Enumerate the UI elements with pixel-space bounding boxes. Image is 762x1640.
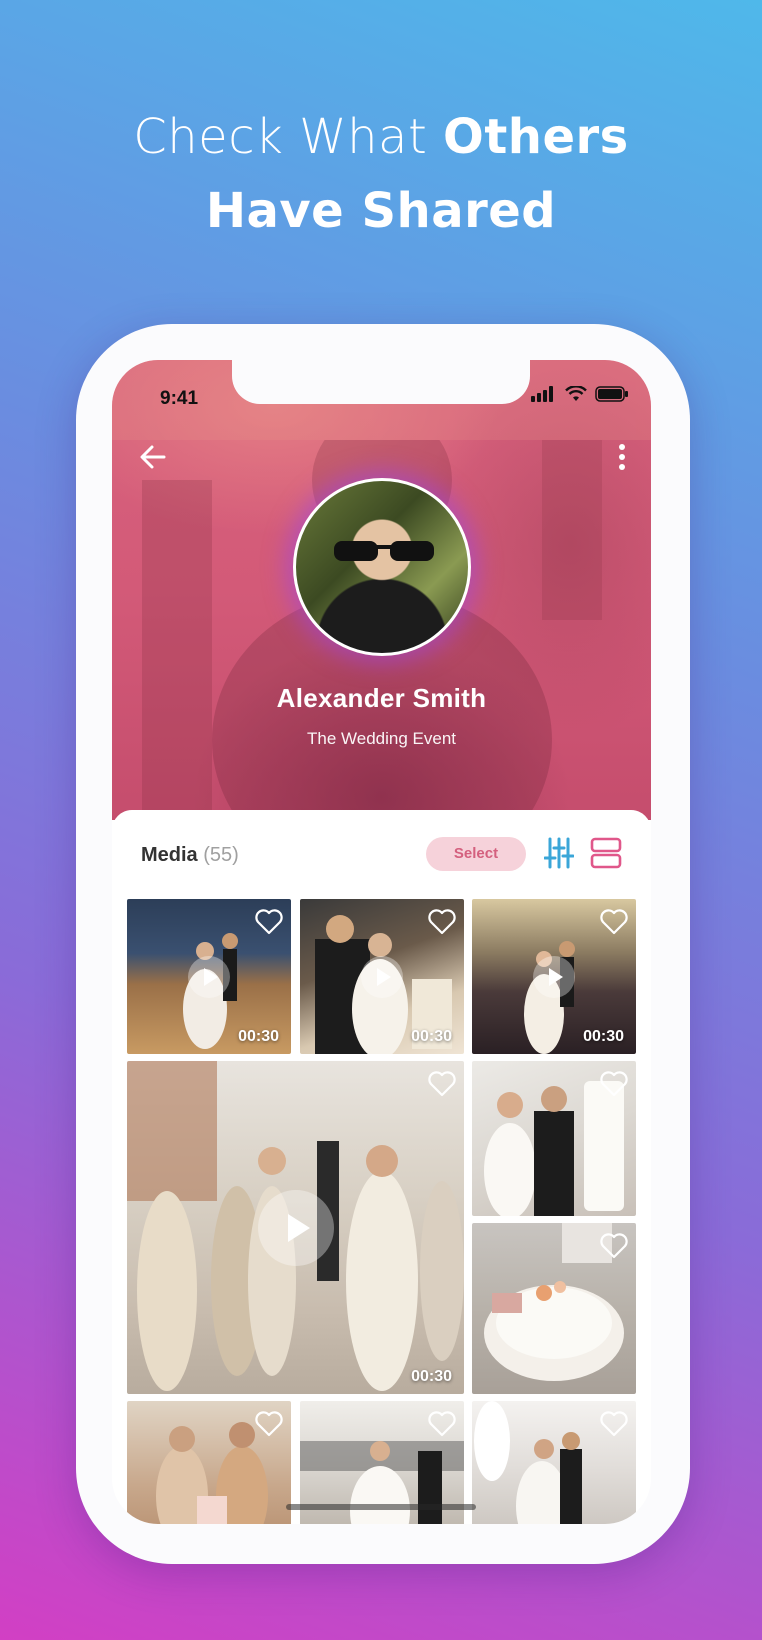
battery-icon: [595, 386, 628, 402]
media-title: Media (55): [141, 844, 239, 866]
heart-icon[interactable]: [255, 909, 283, 935]
heart-icon[interactable]: [600, 1411, 628, 1437]
headline: Check What Others Have Shared: [0, 100, 762, 248]
video-duration: 00:30: [238, 1028, 279, 1045]
heart-icon[interactable]: [255, 1411, 283, 1437]
heart-icon[interactable]: [600, 1233, 628, 1259]
wifi-icon: [565, 386, 587, 401]
media-tile[interactable]: [472, 1401, 636, 1524]
back-arrow-icon[interactable]: [136, 440, 170, 474]
profile-name: Alexander Smith: [276, 683, 487, 713]
profile-hero: 9:41 Alexander Smith The Wedding Event: [112, 360, 651, 820]
play-icon[interactable]: [188, 955, 230, 998]
grid-toggle-icon[interactable]: [590, 837, 622, 869]
play-icon[interactable]: [257, 1189, 334, 1266]
media-tile[interactable]: 00:30: [472, 899, 636, 1054]
heart-icon[interactable]: [600, 1071, 628, 1097]
play-icon[interactable]: [361, 955, 403, 998]
headline-line-1: Check What Others: [133, 109, 629, 165]
heart-icon[interactable]: [428, 909, 456, 935]
media-tile[interactable]: 00:30: [127, 899, 291, 1054]
media-sheet: Media (55) Select 00:30 00:30 00:30 00:3…: [112, 810, 651, 1524]
heart-icon[interactable]: [428, 1071, 456, 1097]
status-icons: [531, 386, 629, 402]
media-tile[interactable]: 00:30: [127, 1061, 464, 1394]
media-tile[interactable]: 00:30: [300, 899, 464, 1054]
select-button[interactable]: Select: [426, 837, 526, 871]
profile-event: The Wedding Event: [307, 729, 456, 748]
video-duration: 00:30: [411, 1368, 452, 1385]
play-icon[interactable]: [533, 955, 575, 998]
video-duration: 00:30: [411, 1028, 452, 1045]
phone-screen: 9:41 Alexander Smith The Wedding Event M…: [112, 360, 651, 1524]
status-time: 9:41: [160, 388, 199, 409]
more-vertical-icon[interactable]: [615, 440, 629, 474]
avatar-photo: [334, 541, 434, 561]
media-tile[interactable]: [472, 1223, 636, 1394]
media-tile[interactable]: [127, 1401, 291, 1524]
headline-line-2: Have Shared: [205, 183, 557, 239]
home-indicator[interactable]: [286, 1504, 476, 1510]
heart-icon[interactable]: [600, 909, 628, 935]
profile-avatar[interactable]: [293, 478, 471, 656]
video-duration: 00:30: [583, 1028, 624, 1045]
media-count: (55): [203, 844, 239, 866]
sliders-icon[interactable]: [544, 836, 574, 870]
signal-icon: [531, 386, 553, 402]
heart-icon[interactable]: [428, 1411, 456, 1437]
media-tile[interactable]: [472, 1061, 636, 1216]
phone-notch: [232, 360, 530, 404]
